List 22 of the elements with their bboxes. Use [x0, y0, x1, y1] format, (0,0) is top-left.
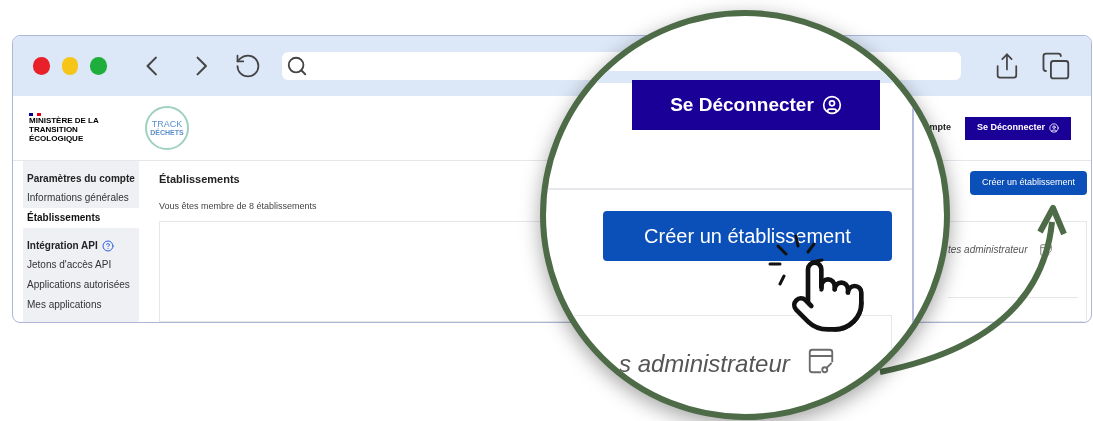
account-link[interactable]: mpte — [929, 121, 951, 135]
create-button[interactable]: Créer un établissement — [969, 171, 1087, 195]
user-icon — [821, 95, 842, 115]
ministry-logo: MINISTÈRE DE LA TRANSITION ÉCOLOGIQUE — [29, 113, 129, 143]
logout-button[interactable]: Se Déconnecter — [964, 116, 1071, 140]
role-text: s administrateur — [619, 349, 790, 379]
help-icon[interactable] — [101, 239, 114, 252]
member-count-text: Vous êtes membre de 8 établissements — [159, 199, 317, 213]
create-button[interactable]: Créer un établissement — [603, 211, 892, 261]
section-title: Intégration API — [27, 239, 98, 253]
section-title: Paramètres du compte — [27, 172, 135, 186]
user-icon — [1049, 123, 1059, 133]
search-icon — [286, 55, 309, 77]
tabs-icon[interactable] — [1041, 50, 1071, 82]
role-text: tes administrateur — [948, 243, 1028, 257]
sidebar-item[interactable]: Informations générales — [23, 188, 139, 208]
page-title: Établissements — [159, 172, 241, 187]
sidebar-item[interactable]: Applications autorisées — [23, 275, 139, 295]
sidebar-item[interactable]: Mes applications — [23, 295, 139, 315]
window-key-icon[interactable] — [1039, 242, 1054, 257]
sidebar-item[interactable]: Jetons d'accès API — [23, 255, 139, 275]
logout-button[interactable]: Se Déconnecter — [632, 80, 880, 130]
